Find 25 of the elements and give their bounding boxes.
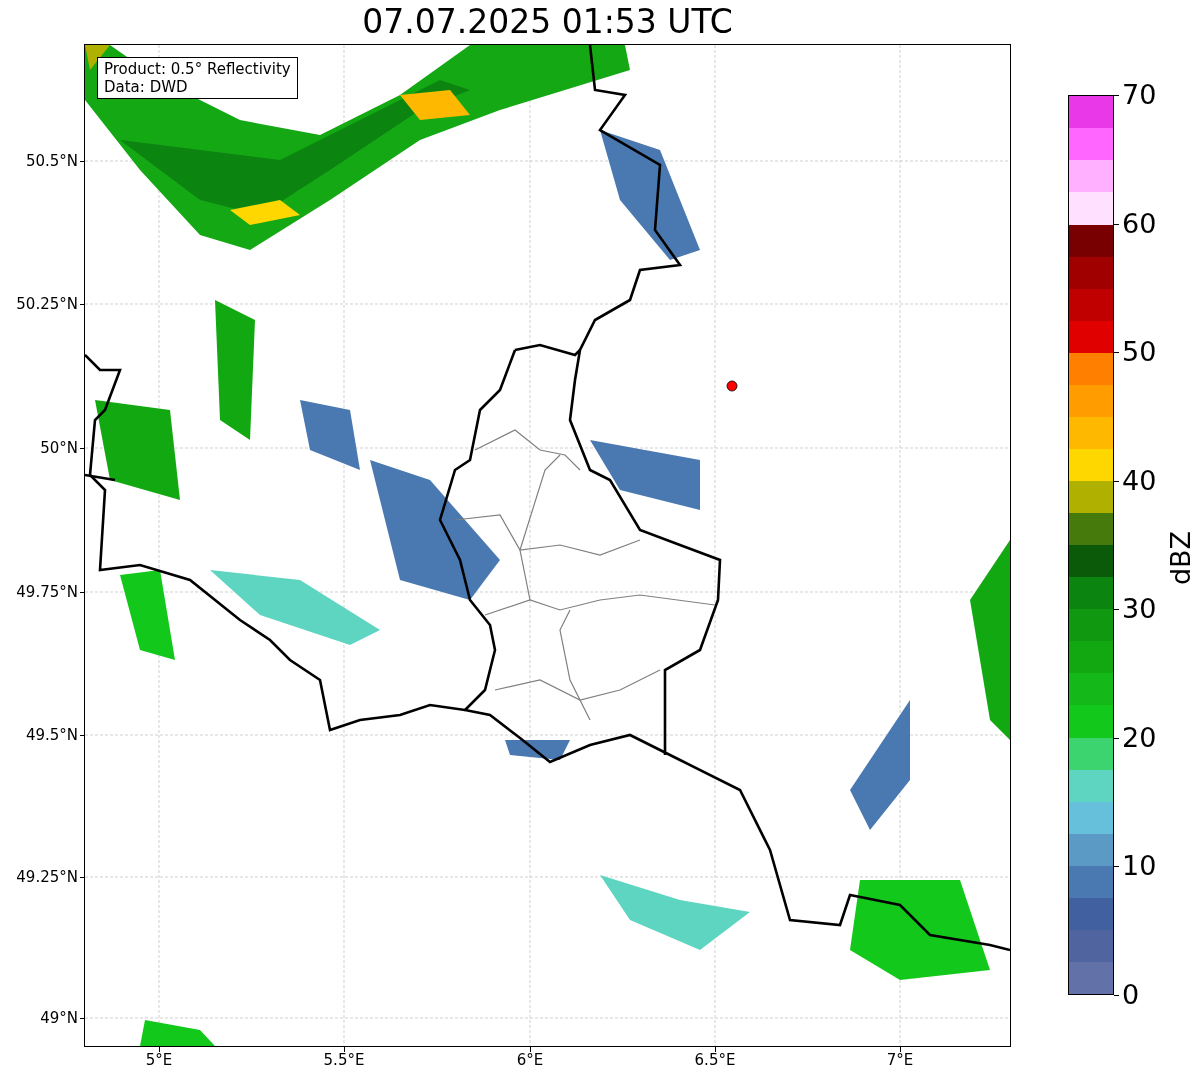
longitude-label: 6°E [515, 1051, 545, 1069]
latitude-label: 49.5°N [25, 726, 78, 744]
latitude-label: 49.25°N [16, 868, 78, 886]
latitude-label: 50.5°N [25, 152, 78, 170]
longitude-label: 7°E [885, 1051, 915, 1069]
colorbar-tick-label: 0 [1122, 980, 1140, 1010]
colorbar-tick-label: 60 [1122, 208, 1157, 239]
colorbar-tick-label: 40 [1122, 465, 1157, 496]
chart-title: 07.07.2025 01:53 UTC [361, 2, 734, 42]
data-source-label: Data: DWD [104, 78, 189, 96]
longitude-label: 6.5°E [693, 1051, 737, 1069]
colorbar-tick-label: 20 [1122, 722, 1157, 753]
longitude-label: 5°E [144, 1051, 174, 1069]
longitude-label: 5.5°E [322, 1051, 366, 1069]
colorbar-tick-label: 50 [1122, 337, 1157, 368]
colorbar-axis-label: dBZ [1166, 530, 1196, 586]
radar-site-marker [726, 380, 738, 392]
latitude-label: 50°N [40, 439, 78, 457]
colorbar-tick-label: 70 [1122, 80, 1157, 110]
latitude-label: 50.25°N [16, 295, 78, 313]
latitude-label: 49.75°N [16, 583, 78, 601]
latitude-label: 49°N [40, 1009, 78, 1027]
colorbar-tick-label: 30 [1122, 594, 1157, 625]
product-label: Product: 0.5° Reflectivity [104, 60, 291, 78]
colorbar-tick-label: 10 [1122, 851, 1157, 882]
